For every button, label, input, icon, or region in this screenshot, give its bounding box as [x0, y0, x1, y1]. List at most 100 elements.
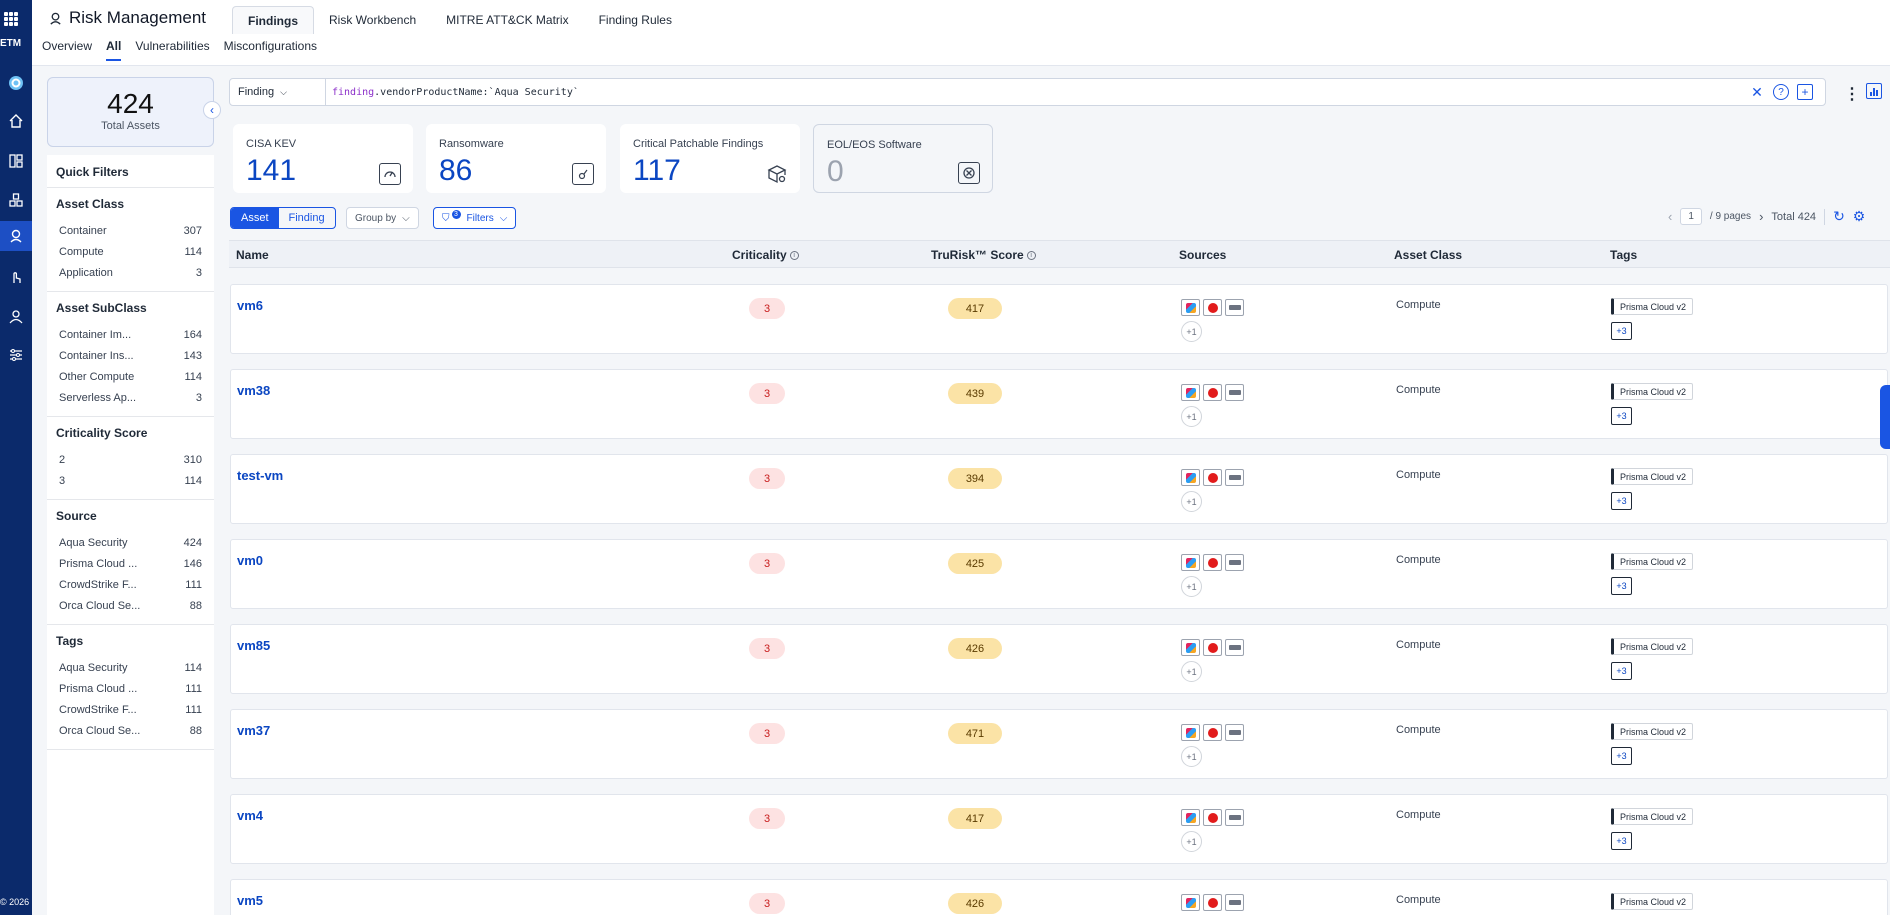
help-icon[interactable]: ? — [1773, 84, 1789, 100]
more-tags-button[interactable]: +3 — [1611, 407, 1632, 425]
col-trurisk-score[interactable]: TruRisk™ Score i — [931, 248, 1036, 262]
chart-view-icon[interactable] — [1866, 83, 1882, 99]
crowdstrike-icon[interactable] — [1203, 469, 1222, 486]
collapse-panel-button[interactable]: ‹ — [203, 101, 221, 119]
orca-icon[interactable] — [1225, 554, 1244, 571]
tab-findings[interactable]: Findings — [232, 6, 314, 34]
add-icon[interactable]: + — [1797, 84, 1813, 100]
asset-name-link[interactable]: test-vm — [237, 468, 283, 483]
filter-item[interactable]: CrowdStrike F... 111 — [47, 574, 214, 595]
asset-name-link[interactable]: vm0 — [237, 553, 263, 568]
crowdstrike-icon[interactable] — [1203, 724, 1222, 741]
aqua-security-icon[interactable] — [1181, 639, 1200, 656]
col-tags[interactable]: Tags — [1610, 248, 1637, 262]
next-page-icon[interactable]: › — [1759, 209, 1763, 224]
aqua-security-icon[interactable] — [1181, 469, 1200, 486]
subtab-all[interactable]: All — [106, 39, 122, 61]
filter-item[interactable]: 3 114 — [47, 470, 214, 491]
subtab-overview[interactable]: Overview — [42, 39, 92, 61]
subtab-vulnerabilities[interactable]: Vulnerabilities — [135, 39, 209, 61]
orca-icon[interactable] — [1225, 724, 1244, 741]
table-row[interactable]: vm85 3 426 +1 Compute Prisma Cloud v2 +3 — [230, 624, 1888, 694]
tab-finding-rules[interactable]: Finding Rules — [584, 6, 687, 34]
scope-select[interactable]: Finding ⌵ — [230, 79, 326, 105]
tag-chip[interactable]: Prisma Cloud v2 — [1611, 383, 1694, 400]
filter-item[interactable]: Prisma Cloud ... 146 — [47, 553, 214, 574]
table-row[interactable]: vm4 3 417 +1 Compute Prisma Cloud v2 +3 — [230, 794, 1888, 864]
table-row[interactable]: vm0 3 425 +1 Compute Prisma Cloud v2 +3 — [230, 539, 1888, 609]
filter-item[interactable]: CrowdStrike F... 111 — [47, 699, 214, 720]
crowdstrike-icon[interactable] — [1203, 299, 1222, 316]
filter-item[interactable]: Container 307 — [47, 220, 214, 241]
orca-icon[interactable] — [1225, 469, 1244, 486]
filter-item[interactable]: Orca Cloud Se... 88 — [47, 720, 214, 741]
aqua-security-icon[interactable] — [1181, 894, 1200, 911]
col-criticality[interactable]: Criticality i — [732, 248, 799, 262]
tab-risk-workbench[interactable]: Risk Workbench — [314, 6, 431, 34]
tag-chip[interactable]: Prisma Cloud v2 — [1611, 638, 1694, 655]
asset-name-link[interactable]: vm38 — [237, 383, 270, 398]
more-sources-button[interactable]: +1 — [1181, 661, 1202, 682]
crowdstrike-icon[interactable] — [1203, 894, 1222, 911]
risk-management-icon[interactable] — [0, 221, 32, 251]
more-sources-button[interactable]: +1 — [1181, 831, 1202, 852]
aqua-security-icon[interactable] — [1181, 384, 1200, 401]
crowdstrike-icon[interactable] — [1203, 554, 1222, 571]
filters-button[interactable]: ⛉ 3 Filters ⌵ — [433, 207, 517, 229]
table-row[interactable]: vm37 3 471 +1 Compute Prisma Cloud v2 +3 — [230, 709, 1888, 779]
aqua-security-icon[interactable] — [1181, 724, 1200, 741]
more-sources-button[interactable]: +1 — [1181, 746, 1202, 767]
filter-item[interactable]: Other Compute 114 — [47, 366, 214, 387]
more-tags-button[interactable]: +3 — [1611, 832, 1632, 850]
tag-chip[interactable]: Prisma Cloud v2 — [1611, 553, 1694, 570]
stat-card-cisa-kev[interactable]: CISA KEV 141 — [233, 124, 413, 193]
filter-item[interactable]: Aqua Security 114 — [47, 657, 214, 678]
tag-chip[interactable]: Prisma Cloud v2 — [1611, 468, 1694, 485]
orca-icon[interactable] — [1225, 299, 1244, 316]
more-tags-button[interactable]: +3 — [1611, 492, 1632, 510]
filter-item[interactable]: Container Ins... 143 — [47, 345, 214, 366]
col-name[interactable]: Name — [236, 248, 269, 262]
view-finding-button[interactable]: Finding — [279, 208, 335, 228]
crowdstrike-icon[interactable] — [1203, 384, 1222, 401]
more-sources-button[interactable]: +1 — [1181, 321, 1202, 342]
orca-icon[interactable] — [1225, 809, 1244, 826]
aqua-security-icon[interactable] — [1181, 809, 1200, 826]
gear-icon[interactable]: ⚙ — [1853, 208, 1866, 225]
refresh-icon[interactable]: ↻ — [1833, 208, 1845, 225]
stat-card-eol-eos[interactable]: EOL/EOS Software 0 — [813, 124, 993, 193]
filter-item[interactable]: 2 310 — [47, 449, 214, 470]
tag-chip[interactable]: Prisma Cloud v2 — [1611, 723, 1694, 740]
crowdstrike-icon[interactable] — [1203, 809, 1222, 826]
stat-card-critical-patchable[interactable]: Critical Patchable Findings 117 — [620, 124, 800, 193]
asset-name-link[interactable]: vm4 — [237, 808, 263, 823]
filter-item[interactable]: Orca Cloud Se... 88 — [47, 595, 214, 616]
filter-item[interactable]: Prisma Cloud ... 111 — [47, 678, 214, 699]
more-sources-button[interactable]: +1 — [1181, 491, 1202, 512]
asset-name-link[interactable]: vm85 — [237, 638, 270, 653]
tag-chip[interactable]: Prisma Cloud v2 — [1611, 893, 1694, 910]
col-asset-class[interactable]: Asset Class — [1394, 248, 1462, 262]
stat-card-ransomware[interactable]: Ransomware 86 — [426, 124, 606, 193]
more-options-icon[interactable]: ⋮ — [1844, 84, 1860, 104]
orca-icon[interactable] — [1225, 639, 1244, 656]
table-row[interactable]: vm38 3 439 +1 Compute Prisma Cloud v2 +3 — [230, 369, 1888, 439]
tag-chip[interactable]: Prisma Cloud v2 — [1611, 298, 1694, 315]
filter-item[interactable]: Application 3 — [47, 262, 214, 283]
filter-item[interactable]: Serverless Ap... 3 — [47, 387, 214, 408]
more-sources-button[interactable]: +1 — [1181, 406, 1202, 427]
more-sources-button[interactable]: +1 — [1181, 576, 1202, 597]
view-asset-button[interactable]: Asset — [231, 208, 279, 228]
col-sources[interactable]: Sources — [1179, 248, 1226, 262]
subtab-misconfigurations[interactable]: Misconfigurations — [224, 39, 317, 61]
filter-item[interactable]: Compute 114 — [47, 241, 214, 262]
more-tags-button[interactable]: +3 — [1611, 577, 1632, 595]
feedback-tab[interactable] — [1880, 385, 1890, 449]
page-input[interactable]: 1 — [1680, 208, 1702, 225]
more-tags-button[interactable]: +3 — [1611, 322, 1632, 340]
settings-sliders-icon[interactable] — [0, 340, 32, 370]
more-tags-button[interactable]: +3 — [1611, 747, 1632, 765]
orca-icon[interactable] — [1225, 384, 1244, 401]
query-input[interactable]: finding.vendorProductName:`Aqua Security… — [326, 87, 579, 98]
aqua-security-icon[interactable] — [1181, 299, 1200, 316]
